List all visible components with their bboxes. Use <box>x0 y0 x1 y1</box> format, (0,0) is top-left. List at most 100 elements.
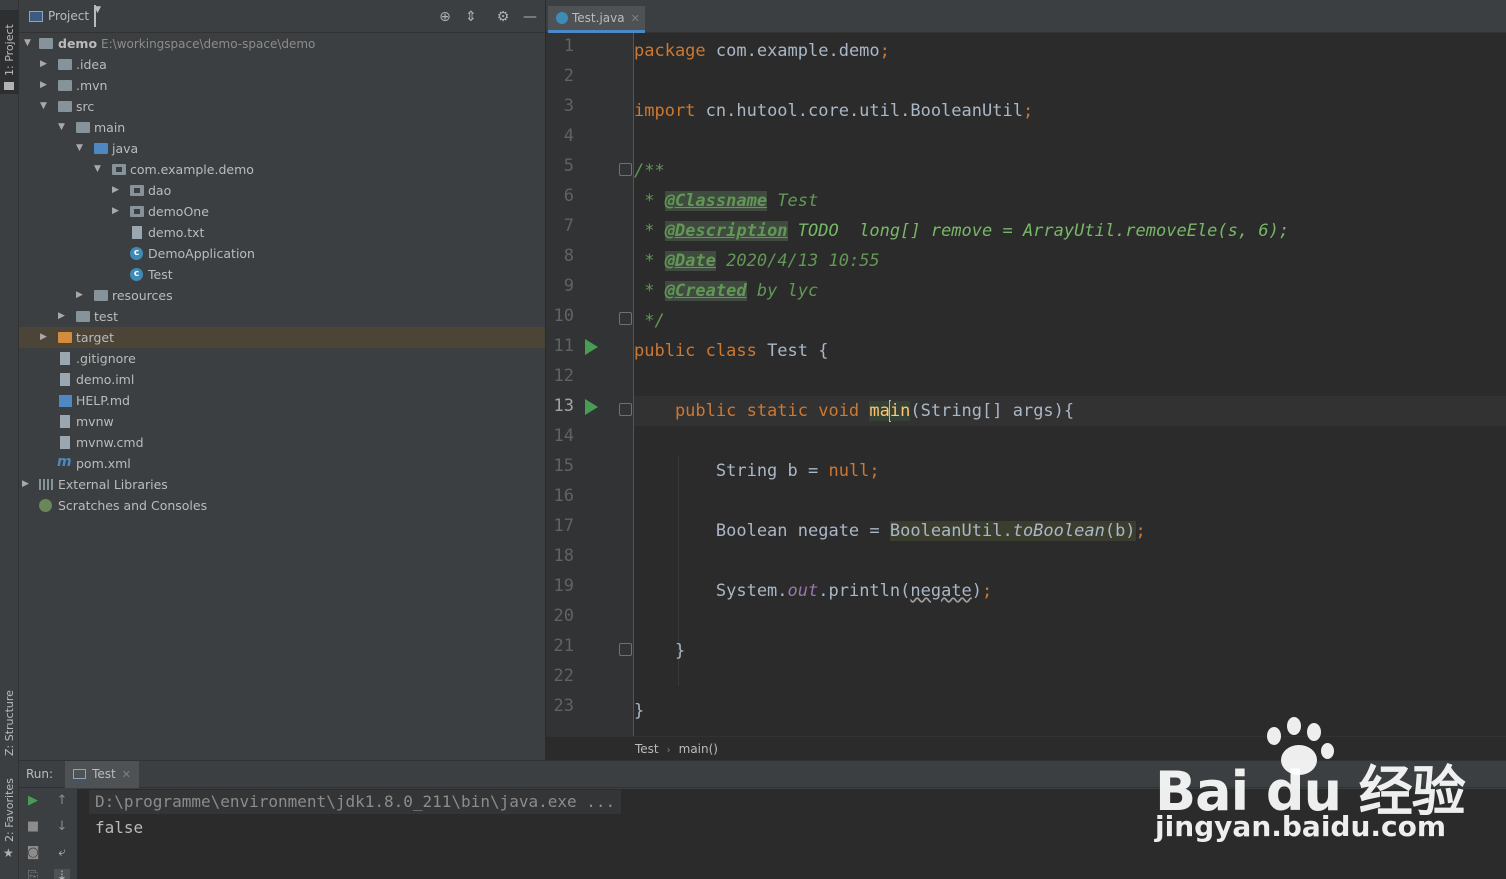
folder-icon <box>58 80 72 91</box>
rerun-icon[interactable]: ▶ <box>25 793 41 809</box>
run-class-gutter-icon[interactable] <box>585 339 598 355</box>
fold-icon[interactable] <box>619 643 632 656</box>
tree-item-external-libraries[interactable]: ▶ External Libraries <box>19 474 545 495</box>
tree-item-label: demo.iml <box>76 372 135 387</box>
expand-arrow-icon[interactable]: ▶ <box>40 54 50 75</box>
run-main-gutter-icon[interactable] <box>585 399 598 415</box>
arrow-down-icon[interactable]: ↓ <box>54 819 70 835</box>
code-line-8: * @Date 2020/4/13 10:55 <box>634 251 880 271</box>
editor-gutter: 1 2 3 4 5 6 7 8 9 10 11 12 13 14 15 16 1… <box>546 33 634 736</box>
code-line-9: * @Created by lyc <box>634 281 819 301</box>
expand-arrow-icon[interactable]: ▼ <box>24 33 34 54</box>
tree-item-java[interactable]: ▼ java <box>19 138 545 159</box>
favorites-tool-tab-label: 2: Favorites <box>3 778 16 842</box>
code-line-17: Boolean negate = BooleanUtil.toBoolean(b… <box>634 521 1146 541</box>
breadcrumb-method[interactable]: main() <box>679 742 718 756</box>
code-area[interactable]: package com.example.demo; import cn.huto… <box>634 33 1506 736</box>
collapse-arrow-icon[interactable]: ▼ <box>76 138 86 159</box>
breadcrumb-class[interactable]: Test <box>635 742 659 756</box>
collapse-arrow-icon[interactable]: ▼ <box>40 96 50 117</box>
exit-icon[interactable]: ⎘ <box>25 869 41 879</box>
tree-item-main[interactable]: ▼ main <box>19 117 545 138</box>
expand-arrow-icon[interactable]: ▶ <box>112 201 122 222</box>
soft-wrap-icon[interactable]: ⤶ <box>54 845 70 861</box>
tree-item-label: .idea <box>76 57 107 72</box>
line-number: 5 <box>563 156 574 176</box>
hide-icon[interactable]: — <box>522 9 538 25</box>
code-line-21: } <box>634 641 686 661</box>
tree-item-help-md[interactable]: HELP.md <box>19 390 545 411</box>
line-number: 10 <box>553 306 574 326</box>
tree-item-mvnw[interactable]: mvnw <box>19 411 545 432</box>
tree-item-demo-txt[interactable]: demo.txt <box>19 222 545 243</box>
tree-item-demo-iml[interactable]: demo.iml <box>19 369 545 390</box>
expand-arrow-icon[interactable]: ▶ <box>40 327 50 348</box>
tree-item-demoapplication[interactable]: c DemoApplication <box>19 243 545 264</box>
tree-item-label: demoOne <box>148 204 209 219</box>
editor-tab-test-java[interactable]: Test.java ✕ <box>548 6 645 33</box>
project-tool-tab[interactable]: 1: Project <box>0 10 19 94</box>
tree-item-scratches[interactable]: Scratches and Consoles <box>19 495 545 516</box>
tree-item-target[interactable]: ▶ target <box>19 327 545 348</box>
tree-item-src[interactable]: ▼ src <box>19 96 545 117</box>
tree-item-label: demo <box>58 36 98 51</box>
console-command[interactable]: D:\programme\environment\jdk1.8.0_211\bi… <box>89 790 622 814</box>
library-icon <box>39 479 53 490</box>
tree-item-test-folder[interactable]: ▶ test <box>19 306 545 327</box>
tree-item-pom-xml[interactable]: m pom.xml <box>19 453 545 474</box>
fold-icon[interactable] <box>619 312 632 325</box>
code-line-6: * @Classname Test <box>634 191 819 211</box>
close-icon[interactable]: ✕ <box>631 12 640 25</box>
method-name-part: ma <box>869 401 890 421</box>
line-number: 8 <box>563 246 574 266</box>
collapse-arrow-icon[interactable]: ▼ <box>58 117 68 138</box>
folder-icon <box>76 311 90 322</box>
tree-item-label: pom.xml <box>76 456 131 471</box>
project-view-selector[interactable]: Project <box>48 9 89 23</box>
expand-arrow-icon[interactable]: ▶ <box>58 306 68 327</box>
tree-item-demoone[interactable]: ▶ demoOne <box>19 201 545 222</box>
gear-icon[interactable]: ⚙ <box>495 9 511 25</box>
structure-tool-tab[interactable]: Z: Structure <box>0 680 19 760</box>
tree-item-label: HELP.md <box>76 393 130 408</box>
class-icon: c <box>130 268 143 281</box>
favorites-tool-tab[interactable]: 2: Favorites ★ <box>0 778 19 860</box>
tree-item-label: dao <box>148 183 172 198</box>
tree-item-package[interactable]: ▼ com.example.demo <box>19 159 545 180</box>
tree-item-dao[interactable]: ▶ dao <box>19 180 545 201</box>
code-line-11: public class Test { <box>634 341 829 361</box>
folder-icon <box>58 101 72 112</box>
line-number: 20 <box>553 606 574 626</box>
folder-icon <box>76 122 90 133</box>
camera-icon[interactable]: ◙ <box>25 845 41 861</box>
tree-item-mvn[interactable]: ▶ .mvn <box>19 75 545 96</box>
expand-arrow-icon[interactable]: ▶ <box>112 180 122 201</box>
expand-arrow-icon[interactable]: ▶ <box>40 75 50 96</box>
tree-item-demo[interactable]: ▼ demo E:\workingspace\demo-space\demo <box>19 33 545 54</box>
tree-item-resources[interactable]: ▶ resources <box>19 285 545 306</box>
fold-icon[interactable] <box>619 163 632 176</box>
expand-arrow-icon[interactable]: ▶ <box>22 474 32 495</box>
locate-icon[interactable]: ⊕ <box>437 9 453 25</box>
collapse-arrow-icon[interactable]: ▼ <box>94 159 104 180</box>
collapse-all-icon[interactable]: ⇕ <box>463 9 479 25</box>
expand-arrow-icon[interactable]: ▶ <box>76 285 86 306</box>
line-number: 16 <box>553 486 574 506</box>
line-number: 12 <box>553 366 574 386</box>
tree-item-mvnw-cmd[interactable]: mvnw.cmd <box>19 432 545 453</box>
stop-icon[interactable]: ■ <box>25 819 41 835</box>
tree-item-label: test <box>94 309 119 324</box>
console-output[interactable]: D:\programme\environment\jdk1.8.0_211\bi… <box>77 789 1506 879</box>
run-tab-test[interactable]: Test ✕ <box>65 760 139 788</box>
close-icon[interactable]: ✕ <box>122 768 131 781</box>
line-number: 7 <box>563 216 574 236</box>
arrow-up-icon[interactable]: ↑ <box>54 793 70 809</box>
chevron-down-icon[interactable]: ▼ <box>94 5 101 27</box>
tree-item-gitignore[interactable]: .gitignore <box>19 348 545 369</box>
module-folder-icon <box>39 38 53 49</box>
tree-item-test-class[interactable]: c Test <box>19 264 545 285</box>
scroll-to-end-icon[interactable]: ⇣ <box>54 869 70 879</box>
tree-item-idea[interactable]: ▶ .idea <box>19 54 545 75</box>
fold-icon[interactable] <box>619 403 632 416</box>
line-number: 21 <box>553 636 574 656</box>
